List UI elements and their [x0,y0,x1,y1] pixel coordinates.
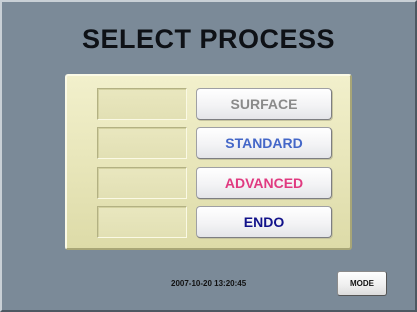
process-status-slot-advanced [97,167,187,199]
process-status-slot-standard [97,127,187,159]
process-panel: SURFACE STANDARD ADVANCED ENDO [65,74,352,250]
process-status-slot-surface [97,88,187,120]
endo-button[interactable]: ENDO [196,206,332,238]
standard-button[interactable]: STANDARD [196,127,332,159]
advanced-button[interactable]: ADVANCED [196,167,332,199]
process-status-slot-endo [97,206,187,238]
page-title: SELECT PROCESS [81,24,336,54]
datetime-display: 2007-10-20 13:20:45 [171,279,247,288]
surface-button[interactable]: SURFACE [196,88,332,120]
mode-button[interactable]: MODE [337,271,387,296]
